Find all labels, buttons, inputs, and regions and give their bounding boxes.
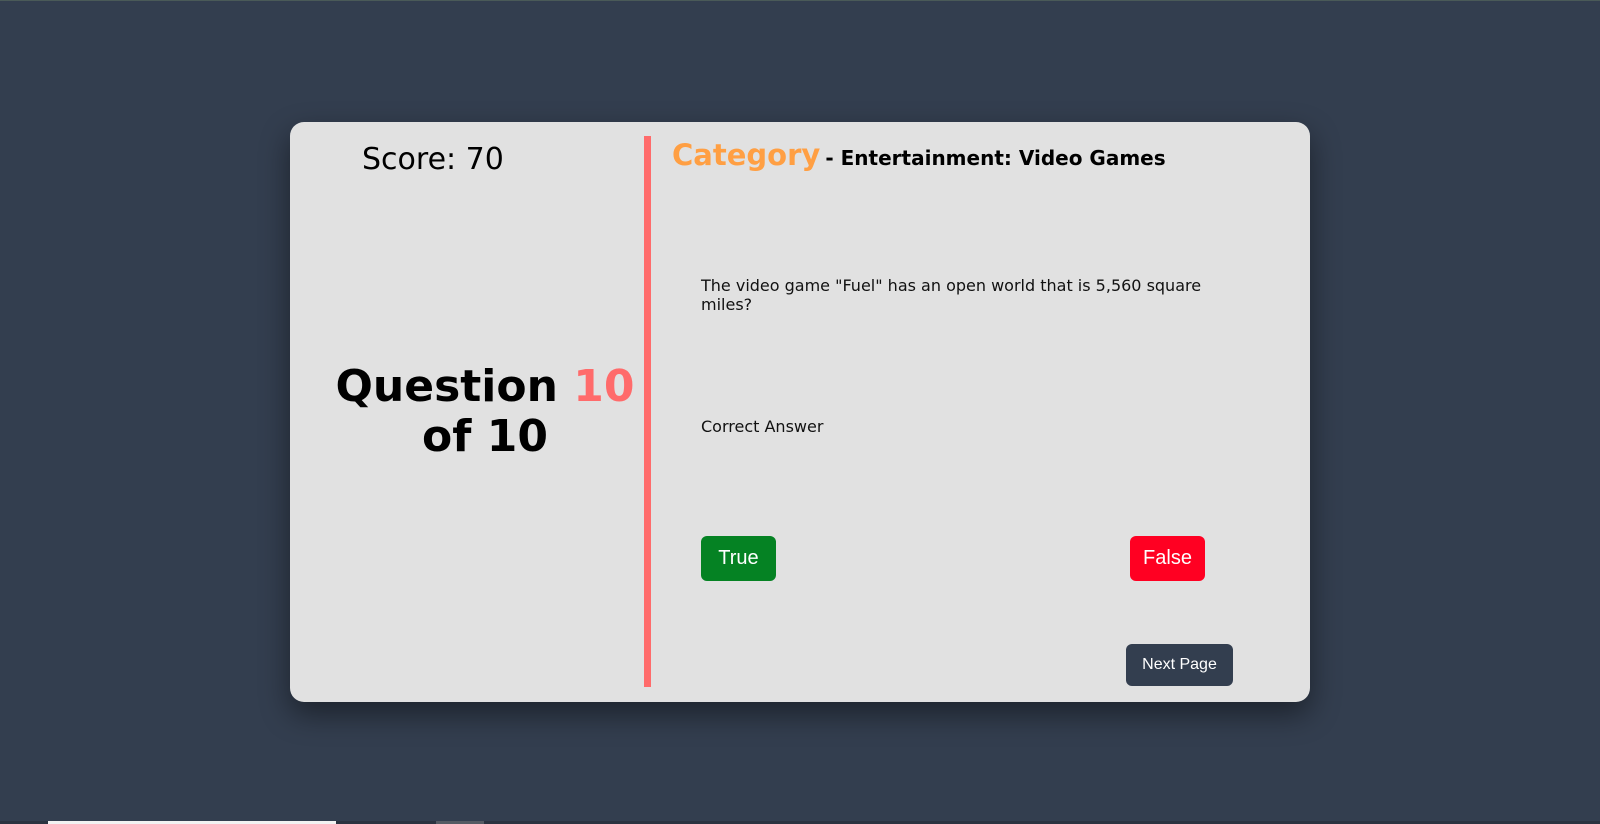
next-page-button[interactable]: Next Page [1126, 644, 1233, 686]
category-label: Category [672, 138, 821, 172]
question-counter: Question 10 of 10 [330, 362, 640, 462]
category-name: - Entertainment: Video Games [825, 146, 1166, 170]
question-counter-prefix: Question [335, 361, 558, 412]
question-counter-total: of 10 [422, 411, 548, 462]
true-button[interactable]: True [701, 536, 776, 581]
false-button[interactable]: False [1130, 536, 1205, 581]
quiz-card: Score: 70 Question 10 of 10 Category - E… [290, 122, 1310, 702]
vertical-divider [644, 136, 651, 687]
question-counter-current: 10 [573, 361, 635, 412]
question-text: The video game "Fuel" has an open world … [701, 276, 1202, 314]
top-border [0, 0, 1600, 1]
category-heading: Category - Entertainment: Video Games [672, 138, 1166, 172]
score-display: Score: 70 [362, 142, 504, 177]
answer-result: Correct Answer [701, 417, 824, 436]
